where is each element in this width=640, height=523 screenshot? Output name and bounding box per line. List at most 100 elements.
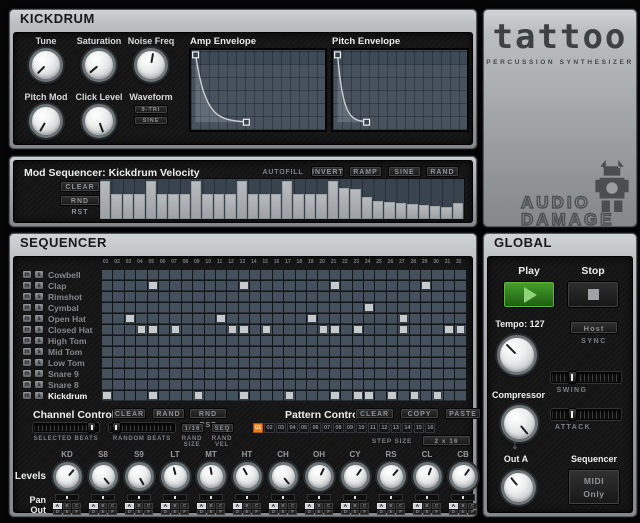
mute-button[interactable]: m [22, 391, 32, 400]
step-cell[interactable] [284, 380, 295, 390]
step-cell[interactable] [410, 303, 421, 313]
step-cell[interactable] [227, 391, 238, 401]
step-cell[interactable] [284, 303, 295, 313]
step-cell[interactable] [205, 281, 216, 291]
out-button-e[interactable]: E [135, 510, 144, 516]
step-cell[interactable] [102, 325, 113, 335]
step-cell[interactable] [421, 303, 432, 313]
solo-button[interactable]: s [34, 380, 44, 389]
pattern-slot-09[interactable]: 09 [345, 423, 355, 433]
row-label[interactable]: Open Hat [48, 314, 100, 324]
step-cell[interactable] [273, 325, 284, 335]
step-cell[interactable] [284, 270, 295, 280]
mod-bar-25[interactable] [373, 201, 383, 219]
pan-slider[interactable] [235, 494, 259, 501]
step-cell[interactable] [273, 336, 284, 346]
step-cell[interactable] [421, 391, 432, 401]
mute-button[interactable]: m [22, 369, 32, 378]
step-cell[interactable] [170, 358, 181, 368]
step-cell[interactable] [125, 325, 136, 335]
out-button-b[interactable]: B [387, 503, 396, 509]
step-cell[interactable] [227, 281, 238, 291]
mute-button[interactable]: m [22, 292, 32, 301]
step-cell[interactable] [113, 369, 124, 379]
step-cell[interactable] [410, 347, 421, 357]
step-cell[interactable] [398, 380, 409, 390]
step-cell[interactable] [296, 303, 307, 313]
step-cell[interactable] [159, 336, 170, 346]
step-cell[interactable] [159, 380, 170, 390]
step-cell[interactable] [398, 281, 409, 291]
mod-bar-29[interactable] [419, 205, 429, 219]
step-cell[interactable] [284, 281, 295, 291]
step-size-button[interactable]: 2 x 16 [422, 435, 471, 446]
step-cell[interactable] [125, 336, 136, 346]
step-cell[interactable] [387, 270, 398, 280]
step-cell[interactable] [444, 270, 455, 280]
step-cell[interactable] [136, 380, 147, 390]
step-cell[interactable] [387, 325, 398, 335]
step-cell[interactable] [102, 369, 113, 379]
step-cell[interactable] [170, 292, 181, 302]
step-cell[interactable] [375, 369, 386, 379]
step-cell[interactable] [113, 380, 124, 390]
step-cell[interactable] [410, 358, 421, 368]
step-cell[interactable] [307, 270, 318, 280]
mod-bar-7[interactable] [168, 194, 178, 219]
step-cell[interactable] [227, 270, 238, 280]
step-cell[interactable] [136, 292, 147, 302]
step-cell[interactable] [318, 270, 329, 280]
step-cell[interactable] [410, 336, 421, 346]
amp-envelope-graph[interactable] [190, 49, 326, 131]
step-cell[interactable] [102, 303, 113, 313]
step-cell[interactable] [387, 391, 398, 401]
step-cell[interactable] [250, 292, 261, 302]
step-cell[interactable] [125, 281, 136, 291]
out-button-b[interactable]: B [171, 503, 180, 509]
step-cell[interactable] [113, 281, 124, 291]
step-cell[interactable] [353, 281, 364, 291]
step-cell[interactable] [364, 292, 375, 302]
rand-vel-button[interactable]: SEQ [211, 423, 234, 433]
mod-bar-31[interactable] [441, 207, 451, 219]
step-cell[interactable] [318, 358, 329, 368]
step-cell[interactable] [330, 358, 341, 368]
step-cell[interactable] [375, 292, 386, 302]
step-cell[interactable] [421, 369, 432, 379]
out-button-c[interactable]: C [144, 503, 153, 509]
step-cell[interactable] [227, 347, 238, 357]
step-cell[interactable] [170, 347, 181, 357]
step-cell[interactable] [193, 314, 204, 324]
step-cell[interactable] [227, 380, 238, 390]
step-cell[interactable] [353, 358, 364, 368]
step-cell[interactable] [159, 281, 170, 291]
step-cell[interactable] [398, 292, 409, 302]
out-button-f[interactable]: F [324, 510, 333, 516]
step-cell[interactable] [136, 347, 147, 357]
step-cell[interactable] [375, 270, 386, 280]
mod-bar-30[interactable] [430, 206, 440, 219]
step-cell[interactable] [398, 391, 409, 401]
step-cell[interactable] [410, 292, 421, 302]
mod-bar-19[interactable] [305, 194, 315, 219]
out-button-f[interactable]: F [360, 510, 369, 516]
mod-ramp-button[interactable]: RAMP [349, 166, 382, 177]
slider-handle[interactable] [87, 422, 96, 433]
step-cell[interactable] [364, 303, 375, 313]
step-cell[interactable] [102, 336, 113, 346]
step-cell[interactable] [432, 391, 443, 401]
host-sync-button[interactable]: Host [570, 321, 618, 334]
step-cell[interactable] [102, 347, 113, 357]
out-button-f[interactable]: F [72, 510, 81, 516]
step-cell[interactable] [205, 336, 216, 346]
click-level-knob[interactable] [82, 104, 116, 138]
step-cell[interactable] [273, 270, 284, 280]
solo-button[interactable]: s [34, 347, 44, 356]
step-cell[interactable] [273, 303, 284, 313]
midi-only-button[interactable]: MIDI Only [568, 469, 620, 505]
step-cell[interactable] [296, 347, 307, 357]
step-cell[interactable] [421, 314, 432, 324]
step-cell[interactable] [296, 336, 307, 346]
out-button-d[interactable]: D [449, 510, 458, 516]
out-button-d[interactable]: D [377, 510, 386, 516]
